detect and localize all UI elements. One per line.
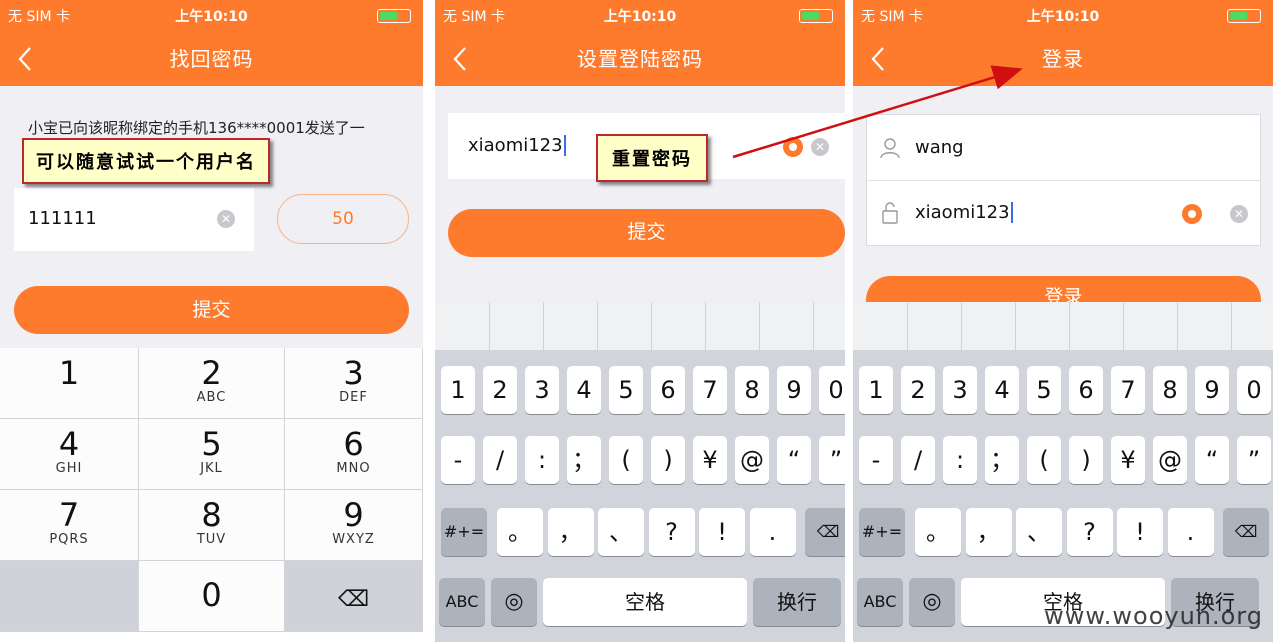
annotation-arrow [732,65,1023,159]
